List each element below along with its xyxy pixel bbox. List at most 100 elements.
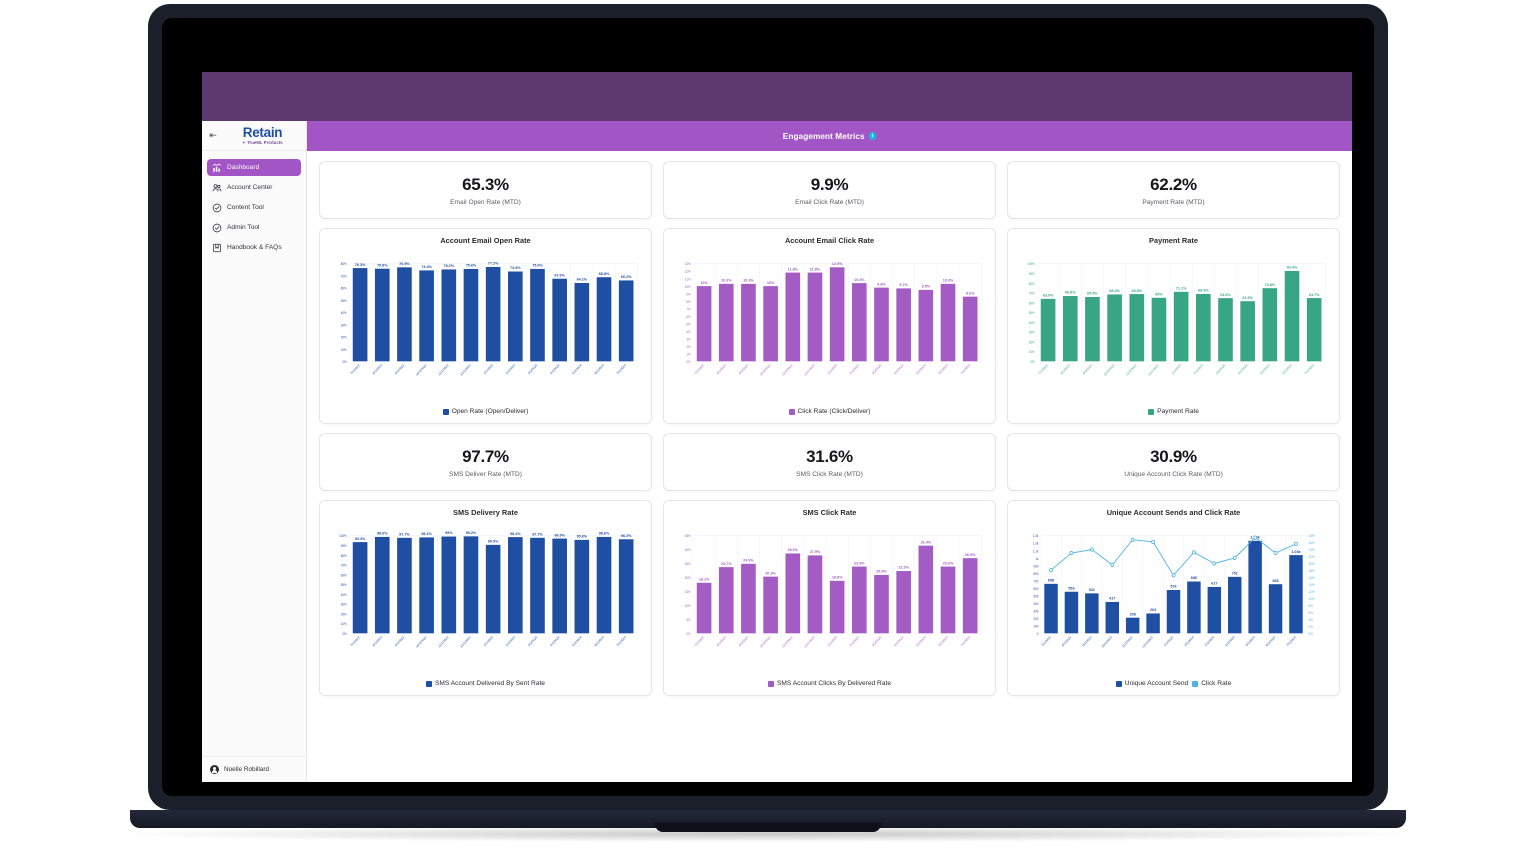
line-point[interactable] <box>1191 550 1196 555</box>
sidebar-item-dashboard[interactable]: Dashboard <box>207 159 301 176</box>
bar[interactable] <box>918 289 934 362</box>
line-point[interactable] <box>1171 573 1176 578</box>
legend-entry[interactable]: Click Rate <box>1192 680 1231 687</box>
bar[interactable] <box>829 267 845 362</box>
bar[interactable] <box>507 537 523 634</box>
bar[interactable] <box>1262 288 1278 362</box>
bar[interactable] <box>1284 270 1300 362</box>
bar[interactable] <box>530 537 545 634</box>
line-point[interactable] <box>1069 550 1074 556</box>
bar[interactable] <box>1268 584 1283 634</box>
bar[interactable] <box>896 288 911 362</box>
bar[interactable] <box>1306 298 1322 362</box>
sidebar-item-account-center[interactable]: Account Center <box>207 179 301 196</box>
bar[interactable] <box>1151 297 1167 362</box>
bar[interactable] <box>463 536 479 634</box>
bar[interactable] <box>940 566 956 634</box>
bar[interactable] <box>352 542 368 634</box>
bar[interactable] <box>962 558 978 634</box>
line-point[interactable] <box>1130 537 1135 542</box>
bar[interactable] <box>1187 581 1201 634</box>
legend-entry[interactable]: SMS Account Clicks By Delivered Rate <box>768 680 891 687</box>
bar[interactable] <box>441 269 457 362</box>
sidebar-user-profile[interactable]: Noelle Robillard <box>202 756 306 782</box>
bar[interactable] <box>352 268 368 362</box>
bar[interactable] <box>1064 591 1079 634</box>
bar[interactable] <box>574 539 590 634</box>
bar[interactable] <box>485 544 501 634</box>
collapse-left-icon[interactable]: ⇤ <box>206 131 220 140</box>
bar[interactable] <box>741 563 756 634</box>
bar[interactable] <box>763 286 778 362</box>
bar[interactable] <box>1125 617 1140 634</box>
bar[interactable] <box>574 282 590 362</box>
bar[interactable] <box>896 571 911 634</box>
sidebar-item-admin-tool[interactable]: Admin Tool <box>207 219 301 236</box>
bar[interactable] <box>1146 613 1160 634</box>
legend-entry[interactable]: Payment Rate <box>1148 408 1199 415</box>
bar[interactable] <box>918 545 934 634</box>
bar[interactable] <box>874 287 889 362</box>
bar[interactable] <box>1248 540 1262 634</box>
bar[interactable] <box>696 286 712 362</box>
bar[interactable] <box>1228 576 1242 634</box>
bar[interactable] <box>851 566 867 634</box>
bar[interactable] <box>1044 583 1058 634</box>
bar[interactable] <box>1105 601 1119 634</box>
bar[interactable] <box>374 268 390 362</box>
line-point[interactable] <box>1294 541 1298 547</box>
bar[interactable] <box>507 271 523 362</box>
bar[interactable] <box>718 567 734 634</box>
bar[interactable] <box>596 277 612 362</box>
bar[interactable] <box>441 536 457 634</box>
bar[interactable] <box>485 266 501 362</box>
bar[interactable] <box>785 272 801 362</box>
bar[interactable] <box>851 283 867 362</box>
bar[interactable] <box>718 283 734 362</box>
line-point[interactable] <box>1049 568 1053 573</box>
bar[interactable] <box>1173 291 1189 362</box>
legend-entry[interactable]: Open Rate (Open/Deliver) <box>442 408 528 415</box>
bar[interactable] <box>1240 301 1255 362</box>
bar[interactable] <box>463 268 479 362</box>
line-point[interactable] <box>1089 547 1094 552</box>
bar[interactable] <box>807 555 823 634</box>
bar[interactable] <box>940 283 956 362</box>
bar[interactable] <box>1129 294 1145 362</box>
line-point[interactable] <box>1253 535 1258 540</box>
bar[interactable] <box>596 536 612 634</box>
bar[interactable] <box>785 553 801 634</box>
bar[interactable] <box>530 268 545 362</box>
legend-entry[interactable]: Unique Account Send <box>1115 680 1188 687</box>
bar[interactable] <box>763 576 778 634</box>
bar[interactable] <box>696 582 712 634</box>
info-icon[interactable]: i <box>868 132 877 140</box>
bar[interactable] <box>1085 593 1099 634</box>
legend-entry[interactable]: SMS Account Delivered By Sent Rate <box>426 680 545 687</box>
bar[interactable] <box>419 270 434 362</box>
bar[interactable] <box>807 272 823 362</box>
bar[interactable] <box>1195 293 1211 362</box>
bar[interactable] <box>1166 590 1181 634</box>
legend-entry[interactable]: Click Rate (Click/Deliver) <box>788 408 870 415</box>
bar[interactable] <box>741 283 756 362</box>
sidebar-item-handbook-faqs[interactable]: Handbook & FAQs <box>207 239 301 256</box>
bar[interactable] <box>552 538 567 634</box>
bar[interactable] <box>552 278 567 362</box>
bar[interactable] <box>419 537 434 634</box>
bar[interactable] <box>962 296 978 362</box>
bar[interactable] <box>1107 294 1122 362</box>
line-point[interactable] <box>1232 555 1237 561</box>
bar[interactable] <box>1207 586 1222 634</box>
bar[interactable] <box>397 537 412 634</box>
line-point[interactable] <box>1151 539 1156 544</box>
bar[interactable] <box>874 574 889 634</box>
bar[interactable] <box>618 280 634 362</box>
bar[interactable] <box>1085 296 1100 362</box>
bar[interactable] <box>1289 555 1303 634</box>
bar[interactable] <box>829 580 845 634</box>
bar[interactable] <box>1062 296 1078 362</box>
line-point[interactable] <box>1212 561 1217 566</box>
line-point[interactable] <box>1110 562 1115 567</box>
bar[interactable] <box>397 267 412 362</box>
